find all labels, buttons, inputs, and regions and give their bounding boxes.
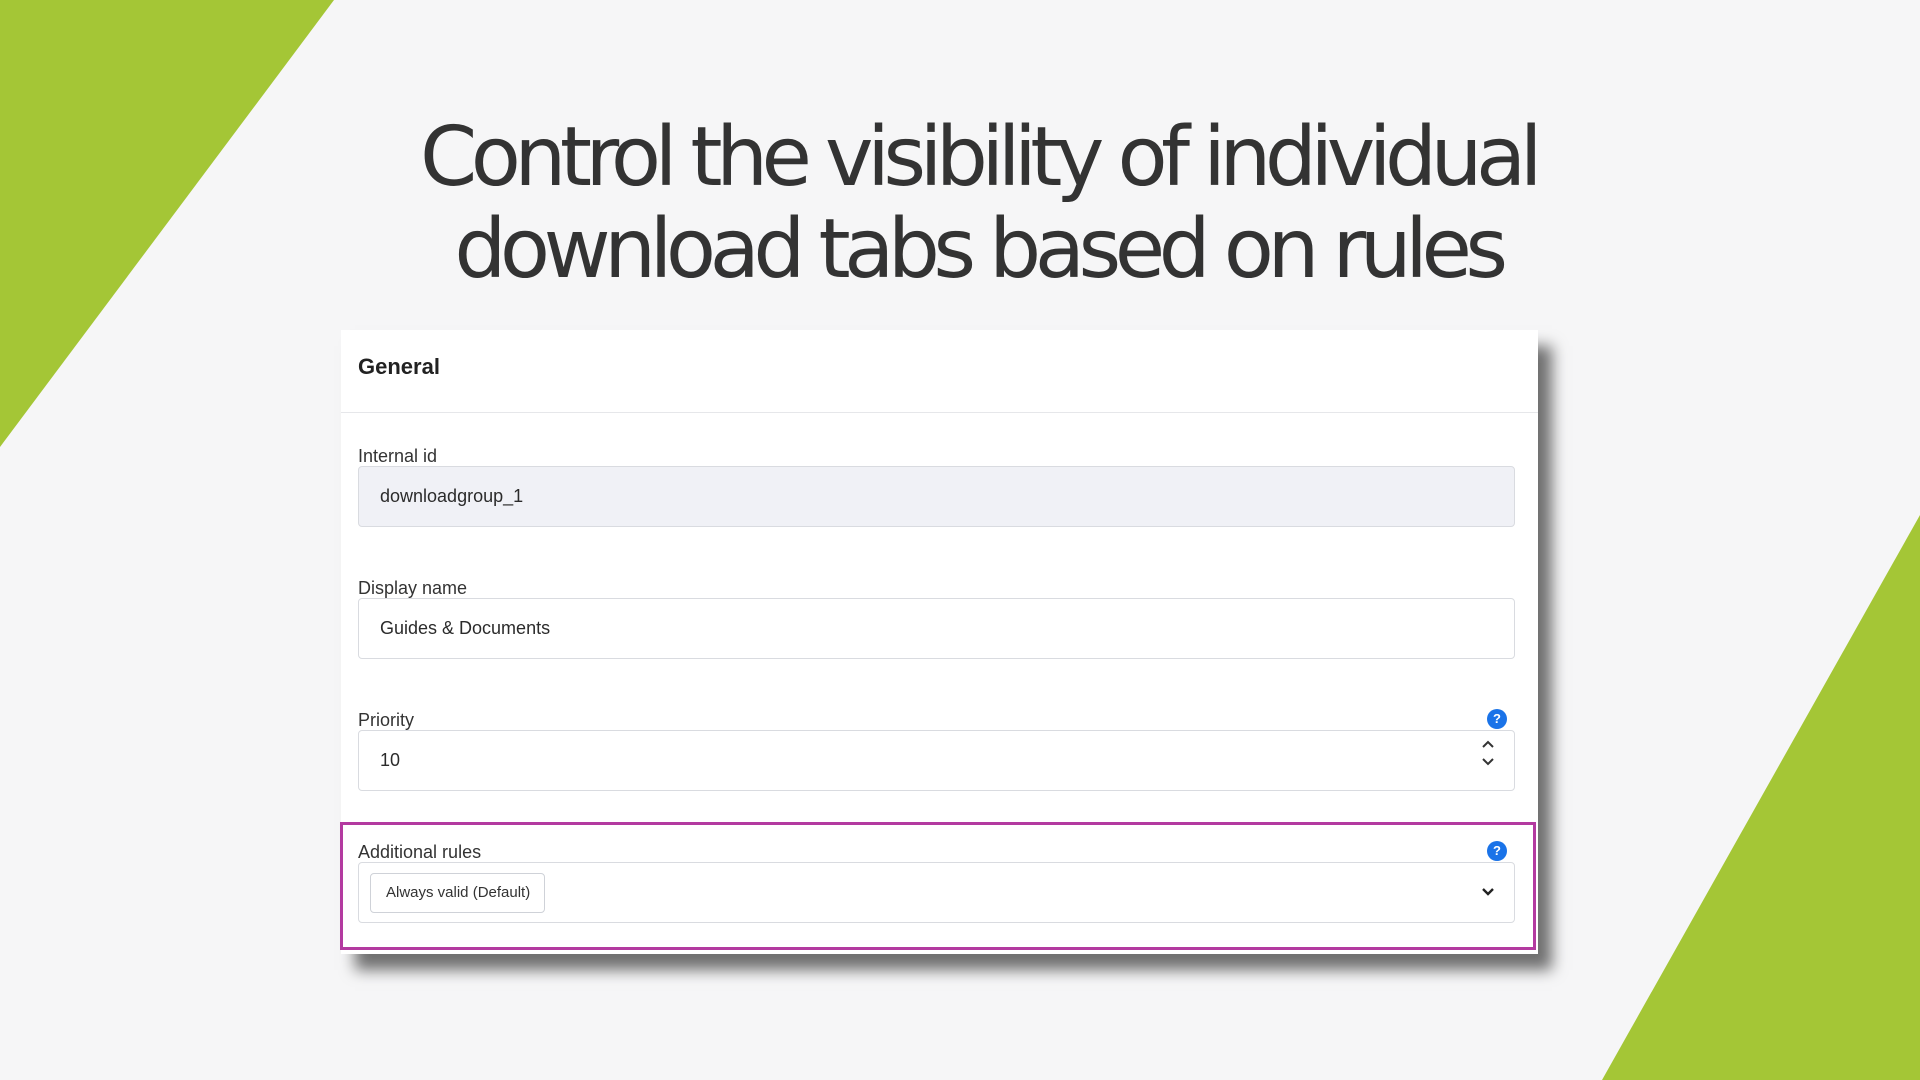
additional-rules-highlight-frame (340, 822, 1536, 950)
priority-input[interactable]: 10 (358, 730, 1515, 791)
panel-header: General (341, 330, 1538, 413)
internal-id-label: Internal id (358, 446, 438, 466)
display-name-label: Display name (358, 578, 468, 598)
priority-help-icon[interactable]: ? (1487, 709, 1507, 729)
priority-value: 10 (380, 750, 401, 770)
display-name-value: Guides & Documents (380, 618, 551, 638)
chevron-up-icon[interactable] (1480, 739, 1496, 749)
internal-id-value: downloadgroup_1 (380, 486, 524, 506)
chevron-down-icon[interactable] (1480, 757, 1496, 767)
display-name-input[interactable]: Guides & Documents (358, 598, 1515, 659)
page-title-line-2: download tabs based on rules (454, 202, 1508, 297)
page-title-line-1: Control the visibility of individual (419, 110, 1543, 205)
page-title: Control the visibility of individual dow… (0, 112, 1920, 296)
internal-id-input[interactable]: downloadgroup_1 (358, 466, 1515, 527)
green-triangle-bottom-right (1602, 515, 1920, 1080)
panel-title: General (358, 354, 440, 379)
priority-label: Priority (358, 710, 415, 730)
priority-stepper[interactable] (1480, 739, 1496, 775)
